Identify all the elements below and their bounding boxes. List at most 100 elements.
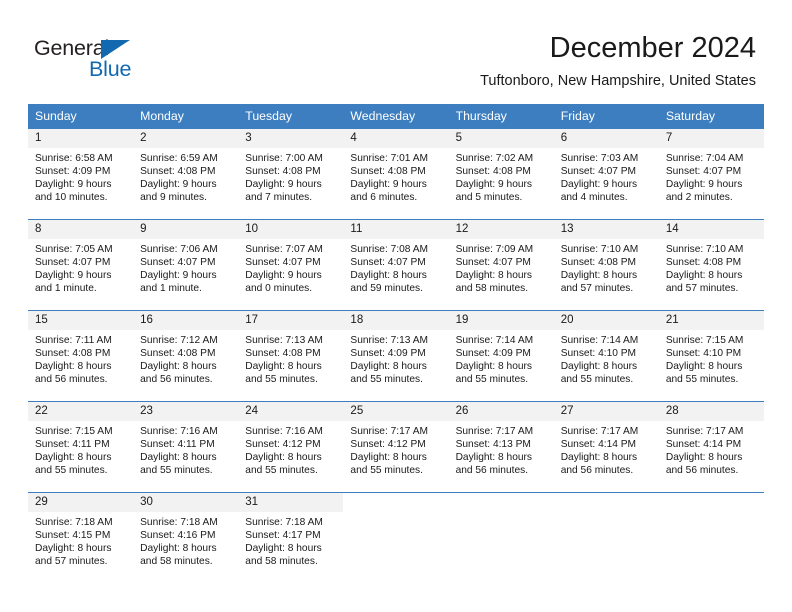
day-cell-content[interactable]: 9 Sunrise: 7:06 AM Sunset: 4:07 PM Daylight… (133, 220, 239, 310)
daylight-duration-line2: and 58 minutes. (140, 556, 213, 568)
sunset-time: Sunset: 4:11 PM (35, 439, 110, 451)
day-cell-content[interactable]: 1 Sunrise: 6:58 AM Sunset: 4:09 PM Daylight… (28, 129, 134, 219)
day-number: 20 (553, 311, 659, 330)
day-number: 3 (238, 129, 344, 148)
day-cell-content[interactable]: 27 Sunrise: 7:17 AM Sunset: 4:14 PM Dayligh… (553, 402, 659, 492)
day-cell-content[interactable]: 24 Sunrise: 7:16 AM Sunset: 4:12 PM Dayligh… (238, 402, 344, 492)
daylight-duration-line1: Daylight: 8 hours (455, 452, 533, 464)
day-cell-content[interactable]: 31 Sunrise: 7:18 AM Sunset: 4:17 PM Dayligh… (238, 493, 344, 583)
sunset-time: Sunset: 4:09 PM (455, 348, 531, 360)
sunset-time: Sunset: 4:13 PM (455, 439, 531, 451)
day-cell-content[interactable]: 7 Sunrise: 7:04 AM Sunset: 4:07 PM Daylight… (658, 129, 764, 219)
day-cell-content[interactable]: 13 Sunrise: 7:10 AM Sunset: 4:08 PM Dayligh… (553, 220, 659, 310)
day-cell-content[interactable]: 11 Sunrise: 7:08 AM Sunset: 4:07 PM Dayligh… (343, 220, 449, 310)
day-number: 31 (238, 493, 344, 512)
sunset-time: Sunset: 4:08 PM (140, 166, 216, 178)
daylight-duration-line2: and 1 minute. (35, 283, 97, 295)
day-number: 2 (133, 129, 239, 148)
day-cell-content[interactable]: 16 Sunrise: 7:12 AM Sunset: 4:08 PM Dayligh… (133, 311, 239, 401)
day-cell-content[interactable]: 22 Sunrise: 7:15 AM Sunset: 4:11 PM Dayligh… (28, 402, 134, 492)
day-cell-content[interactable]: 29 Sunrise: 7:18 AM Sunset: 4:15 PM Dayligh… (28, 493, 134, 583)
sunrise-time: Sunrise: 6:58 AM (35, 153, 113, 164)
day-details: Sunrise: 7:12 AM Sunset: 4:08 PM Daylight:… (133, 330, 238, 386)
day-number: 6 (553, 129, 659, 148)
daylight-duration-line2: and 56 minutes. (35, 374, 108, 386)
day-cell-content[interactable]: 14 Sunrise: 7:10 AM Sunset: 4:08 PM Dayligh… (658, 220, 764, 310)
sunset-time: Sunset: 4:07 PM (665, 166, 742, 178)
calendar-day-cell: 15 Sunrise: 7:11 AM Sunset: 4:08 PM Dayligh… (28, 310, 134, 402)
sunrise-time: Sunrise: 7:01 AM (350, 153, 429, 164)
day-details: Sunrise: 7:01 AM Sunset: 4:08 PM Daylight:… (343, 148, 448, 204)
sunrise-time: Sunrise: 7:15 AM (665, 335, 744, 346)
day-cell-content[interactable]: 21 Sunrise: 7:15 AM Sunset: 4:10 PM Dayligh… (658, 311, 764, 401)
day-cell-content[interactable]: 17 Sunrise: 7:13 AM Sunset: 4:08 PM Dayligh… (238, 311, 344, 401)
day-cell-content[interactable]: 18 Sunrise: 7:13 AM Sunset: 4:09 PM Dayligh… (343, 311, 449, 401)
day-details: Sunrise: 7:16 AM Sunset: 4:12 PM Daylight:… (238, 421, 343, 477)
day-details: Sunrise: 7:05 AM Sunset: 4:07 PM Daylight:… (28, 239, 133, 295)
calendar-week-row: 8 Sunrise: 7:05 AM Sunset: 4:07 PM Daylight… (28, 219, 764, 311)
calendar-cell-empty (553, 492, 659, 583)
calendar-week-row: 1 Sunrise: 6:58 AM Sunset: 4:09 PM Daylight… (28, 128, 764, 220)
sunrise-time: Sunrise: 7:18 AM (140, 517, 218, 528)
sunrise-time: Sunrise: 7:17 AM (560, 426, 639, 437)
day-cell-content[interactable]: 28 Sunrise: 7:17 AM Sunset: 4:14 PM Dayligh… (658, 402, 764, 492)
daylight-duration-line1: Daylight: 8 hours (560, 361, 638, 373)
page-title: December 2024 (549, 32, 756, 64)
day-details: Sunrise: 7:07 AM Sunset: 4:07 PM Daylight:… (238, 239, 343, 295)
sunrise-time: Sunrise: 7:03 AM (560, 153, 639, 164)
daylight-duration-line1: Daylight: 9 hours (140, 270, 217, 282)
sunset-time: Sunset: 4:07 PM (350, 257, 426, 269)
sunrise-time: Sunrise: 7:08 AM (350, 244, 429, 255)
day-cell-content[interactable]: 20 Sunrise: 7:14 AM Sunset: 4:10 PM Dayligh… (553, 311, 659, 401)
day-cell-content[interactable]: 15 Sunrise: 7:11 AM Sunset: 4:08 PM Dayligh… (28, 311, 134, 401)
day-cell-content[interactable]: 8 Sunrise: 7:05 AM Sunset: 4:07 PM Daylight… (28, 220, 134, 310)
calendar-day-cell: 28 Sunrise: 7:17 AM Sunset: 4:14 PM Dayligh… (658, 401, 764, 493)
daylight-duration-line2: and 10 minutes. (35, 192, 108, 204)
day-number: 16 (133, 311, 239, 330)
daylight-duration-line1: Daylight: 8 hours (560, 452, 638, 464)
daylight-duration-line2: and 2 minutes. (665, 192, 733, 204)
calendar-day-cell: 8 Sunrise: 7:05 AM Sunset: 4:07 PM Daylight… (28, 219, 134, 311)
daylight-duration-line1: Daylight: 8 hours (350, 270, 427, 282)
day-cell-content[interactable]: 2 Sunrise: 6:59 AM Sunset: 4:08 PM Daylight… (133, 129, 239, 219)
weekday-header-thursday: Thursday (448, 104, 554, 129)
sunset-time: Sunset: 4:11 PM (140, 439, 215, 451)
day-cell-content[interactable]: 19 Sunrise: 7:14 AM Sunset: 4:09 PM Dayligh… (448, 311, 554, 401)
general-blue-logo[interactable]: General Blue (34, 36, 214, 86)
weekday-header-sunday: Sunday (28, 104, 134, 129)
daylight-duration-line1: Daylight: 9 hours (245, 270, 322, 282)
sunrise-time: Sunrise: 7:05 AM (35, 244, 113, 255)
day-cell-content[interactable]: 6 Sunrise: 7:03 AM Sunset: 4:07 PM Daylight… (553, 129, 659, 219)
day-cell-content[interactable]: 23 Sunrise: 7:16 AM Sunset: 4:11 PM Dayligh… (133, 402, 239, 492)
day-cell-content[interactable]: 12 Sunrise: 7:09 AM Sunset: 4:07 PM Dayligh… (448, 220, 554, 310)
calendar-cell-empty (658, 492, 764, 583)
daylight-duration-line1: Daylight: 8 hours (455, 270, 533, 282)
empty-day-placeholder (448, 493, 554, 583)
daylight-duration-line2: and 55 minutes. (35, 465, 108, 477)
weekday-header-tuesday: Tuesday (238, 104, 344, 129)
daylight-duration-line1: Daylight: 8 hours (665, 361, 743, 373)
calendar-day-cell: 11 Sunrise: 7:08 AM Sunset: 4:07 PM Dayligh… (343, 219, 449, 311)
day-cell-content[interactable]: 4 Sunrise: 7:01 AM Sunset: 4:08 PM Daylight… (343, 129, 449, 219)
calendar-day-cell: 19 Sunrise: 7:14 AM Sunset: 4:09 PM Dayligh… (448, 310, 554, 402)
day-cell-content[interactable]: 25 Sunrise: 7:17 AM Sunset: 4:12 PM Dayligh… (343, 402, 449, 492)
day-details: Sunrise: 7:09 AM Sunset: 4:07 PM Daylight:… (449, 239, 554, 295)
day-number: 29 (28, 493, 134, 512)
sunset-time: Sunset: 4:12 PM (350, 439, 426, 451)
day-cell-content[interactable]: 10 Sunrise: 7:07 AM Sunset: 4:07 PM Dayligh… (238, 220, 344, 310)
sunset-time: Sunset: 4:08 PM (350, 166, 426, 178)
daylight-duration-line2: and 56 minutes. (455, 465, 529, 477)
empty-day-placeholder (553, 493, 659, 583)
sunrise-time: Sunrise: 7:18 AM (35, 517, 113, 528)
daylight-duration-line1: Daylight: 9 hours (245, 179, 322, 191)
calendar-day-cell: 31 Sunrise: 7:18 AM Sunset: 4:17 PM Dayligh… (238, 492, 344, 583)
day-number: 22 (28, 402, 134, 421)
calendar-week-row: 29 Sunrise: 7:18 AM Sunset: 4:15 PM Dayligh… (28, 492, 764, 583)
day-cell-content[interactable]: 26 Sunrise: 7:17 AM Sunset: 4:13 PM Dayligh… (448, 402, 554, 492)
daylight-duration-line2: and 56 minutes. (665, 465, 739, 477)
day-cell-content[interactable]: 5 Sunrise: 7:02 AM Sunset: 4:08 PM Daylight… (448, 129, 554, 219)
day-cell-content[interactable]: 30 Sunrise: 7:18 AM Sunset: 4:16 PM Dayligh… (133, 493, 239, 583)
sunset-time: Sunset: 4:14 PM (665, 439, 742, 451)
day-cell-content[interactable]: 3 Sunrise: 7:00 AM Sunset: 4:08 PM Daylight… (238, 129, 344, 219)
daylight-duration-line2: and 55 minutes. (665, 374, 739, 386)
